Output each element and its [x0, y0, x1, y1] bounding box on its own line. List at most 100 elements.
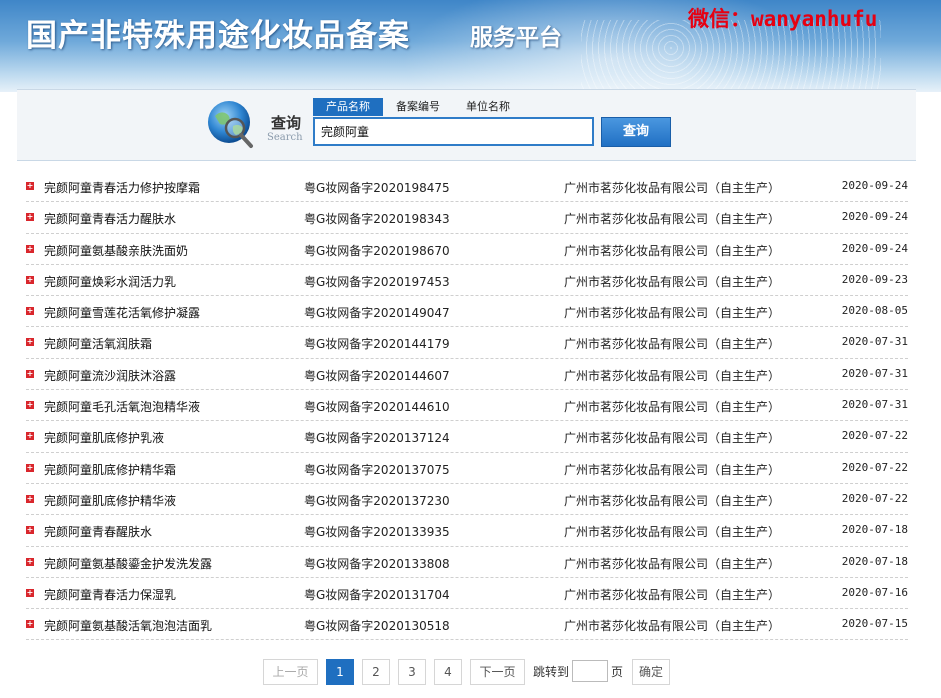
table-row: + 完颜阿童氨基酸活氧泡泡洁面乳 粤G妆网备字2020130518 广州市茗莎化妆品有…: [26, 609, 908, 641]
jump-page-input[interactable]: [572, 660, 608, 682]
record-number: 粤G妆网备字2020137124: [304, 431, 450, 446]
bullet-icon: +: [26, 368, 34, 378]
product-name-link[interactable]: 完颜阿童肌底修护乳液: [44, 429, 164, 446]
page-button-4[interactable]: 4: [434, 659, 462, 685]
page-button-1[interactable]: 1: [326, 659, 354, 685]
product-name-link[interactable]: 完颜阿童焕彩水润活力乳: [44, 273, 176, 290]
company-name: 广州市茗莎化妆品有限公司（自主生产）: [564, 462, 781, 477]
product-name-link[interactable]: 完颜阿童毛孔活氧泡泡精华液: [44, 398, 200, 415]
search-label-en: Search: [267, 132, 303, 143]
record-number: 粤G妆网备字2020133935: [304, 525, 450, 540]
product-name-link[interactable]: 完颜阿童流沙润肤沐浴露: [44, 367, 176, 384]
record-date: 2020-07-31: [841, 335, 908, 349]
company-name: 广州市茗莎化妆品有限公司（自主生产）: [564, 181, 781, 195]
record-date: 2020-07-22: [841, 460, 908, 474]
record-number: 粤G妆网备字2020198343: [304, 212, 450, 227]
table-row: + 完颜阿童焕彩水润活力乳 粤G妆网备字2020197453 广州市茗莎化妆品有限公司…: [26, 265, 908, 297]
record-number: 粤G妆网备字2020144179: [304, 337, 450, 352]
bullet-icon: +: [26, 274, 34, 284]
bullet-icon: +: [26, 431, 34, 441]
table-row: + 完颜阿童肌底修护精华液 粤G妆网备字2020137230 广州市茗莎化妆品有限公司…: [26, 484, 908, 516]
company-name: 广州市茗莎化妆品有限公司（自主生产）: [564, 556, 781, 571]
page-button-2[interactable]: 2: [362, 659, 390, 685]
product-name-link[interactable]: 完颜阿童青春活力醒肤水: [44, 210, 176, 227]
company-name: 广州市茗莎化妆品有限公司（自主生产）: [564, 587, 781, 602]
next-page-button[interactable]: 下一页: [470, 659, 525, 685]
product-name-link[interactable]: 完颜阿童肌底修护精华霜: [44, 461, 176, 478]
tab-company-name[interactable]: 单位名称: [453, 98, 523, 116]
table-row: + 完颜阿童青春醒肤水 粤G妆网备字2020133935 广州市茗莎化妆品有限公司（自…: [26, 515, 908, 547]
record-number: 粤G妆网备字2020144610: [304, 400, 450, 415]
bullet-icon: +: [26, 181, 34, 190]
search-button[interactable]: 查询: [601, 117, 671, 147]
record-number: 粤G妆网备字2020133808: [304, 556, 450, 571]
company-name: 广州市茗莎化妆品有限公司（自主生产）: [564, 400, 781, 415]
bullet-icon: +: [26, 525, 34, 535]
product-name-link[interactable]: 完颜阿童活氧润肤霜: [44, 335, 152, 352]
bullet-icon: +: [26, 619, 34, 629]
tab-product-name[interactable]: 产品名称: [313, 98, 383, 116]
site-title: 国产非特殊用途化妆品备案: [26, 18, 410, 54]
search-input[interactable]: [313, 117, 594, 146]
company-name: 广州市茗莎化妆品有限公司（自主生产）: [564, 368, 781, 383]
pagination: 上一页 1 2 3 4 下一页 跳转到 页 确定: [0, 659, 941, 685]
product-name-link[interactable]: 完颜阿童肌底修护精华液: [44, 492, 176, 509]
record-date: 2020-07-16: [841, 585, 908, 599]
prev-page-button[interactable]: 上一页: [263, 659, 318, 685]
bullet-icon: +: [26, 337, 34, 347]
bullet-icon: +: [26, 556, 34, 566]
bullet-icon: +: [26, 493, 34, 503]
product-name-link[interactable]: 完颜阿童氨基酸亲肤洗面奶: [44, 242, 188, 259]
record-date: 2020-09-24: [841, 210, 908, 224]
table-row: + 完颜阿童青春活力修护按摩霜 粤G妆网备字2020198475 广州市茗莎化妆品有限…: [26, 171, 908, 203]
product-name-link[interactable]: 完颜阿童青春活力保湿乳: [44, 586, 176, 603]
bullet-icon: +: [26, 243, 34, 253]
company-name: 广州市茗莎化妆品有限公司（自主生产）: [564, 525, 781, 540]
table-row: + 完颜阿童氨基酸亲肤洗面奶 粤G妆网备字2020198670 广州市茗莎化妆品有限公…: [26, 234, 908, 265]
bullet-icon: +: [26, 587, 34, 597]
results-list: + 完颜阿童青春活力修护按摩霜 粤G妆网备字2020198475 广州市茗莎化妆品有限…: [26, 171, 908, 641]
product-name-link[interactable]: 完颜阿童氨基酸活氧泡泡洁面乳: [44, 617, 212, 634]
globe-search-icon: [208, 101, 253, 148]
table-row: + 完颜阿童肌底修护乳液 粤G妆网备字2020137124 广州市茗莎化妆品有限公司（…: [26, 421, 908, 453]
record-date: 2020-07-22: [841, 491, 908, 505]
table-row: + 完颜阿童活氧润肤霜 粤G妆网备字2020144179 广州市茗莎化妆品有限公司（自…: [26, 327, 908, 359]
record-number: 粤G妆网备字2020198475: [304, 181, 450, 195]
page-button-3[interactable]: 3: [398, 659, 426, 685]
company-name: 广州市茗莎化妆品有限公司（自主生产）: [564, 337, 781, 352]
table-row: + 完颜阿童毛孔活氧泡泡精华液 粤G妆网备字2020144610 广州市茗莎化妆品有限…: [26, 390, 908, 422]
record-date: 2020-07-18: [841, 523, 908, 537]
record-number: 粤G妆网备字2020144607: [304, 368, 450, 383]
record-number: 粤G妆网备字2020130518: [304, 619, 450, 634]
search-panel: 查询 Search 产品名称 备案编号 单位名称 查询: [17, 89, 916, 161]
record-date: 2020-08-05: [841, 304, 908, 318]
record-date: 2020-07-31: [841, 398, 908, 412]
page-unit-label: 页: [611, 665, 624, 679]
record-number: 粤G妆网备字2020137230: [304, 493, 450, 508]
record-date: 2020-09-24: [841, 179, 908, 192]
product-name-link[interactable]: 完颜阿童雪莲花活氧修护凝露: [44, 304, 200, 321]
bullet-icon: +: [26, 306, 34, 316]
record-number: 粤G妆网备字2020197453: [304, 274, 450, 289]
record-number: 粤G妆网备字2020131704: [304, 587, 450, 602]
record-date: 2020-09-24: [841, 241, 908, 255]
company-name: 广州市茗莎化妆品有限公司（自主生产）: [564, 431, 781, 446]
company-name: 广州市茗莎化妆品有限公司（自主生产）: [564, 243, 781, 258]
tab-record-number[interactable]: 备案编号: [383, 98, 453, 116]
record-date: 2020-09-23: [841, 272, 908, 286]
record-date: 2020-07-15: [841, 617, 908, 631]
company-name: 广州市茗莎化妆品有限公司（自主生产）: [564, 212, 781, 227]
product-name-link[interactable]: 完颜阿童氨基酸鎏金护发洗发露: [44, 555, 212, 572]
company-name: 广州市茗莎化妆品有限公司（自主生产）: [564, 306, 781, 321]
confirm-jump-button[interactable]: 确定: [632, 659, 670, 685]
table-row: + 完颜阿童流沙润肤沐浴露 粤G妆网备字2020144607 广州市茗莎化妆品有限公司…: [26, 359, 908, 391]
table-row: + 完颜阿童氨基酸鎏金护发洗发露 粤G妆网备字2020133808 广州市茗莎化妆品有…: [26, 547, 908, 578]
product-name-link[interactable]: 完颜阿童青春醒肤水: [44, 523, 152, 540]
jump-to-label: 跳转到: [533, 665, 570, 679]
product-name-link[interactable]: 完颜阿童青春活力修护按摩霜: [44, 179, 200, 196]
site-subtitle: 服务平台: [470, 24, 562, 51]
table-row: + 完颜阿童肌底修护精华霜 粤G妆网备字2020137075 广州市茗莎化妆品有限公司…: [26, 453, 908, 484]
bullet-icon: +: [26, 462, 34, 472]
record-number: 粤G妆网备字2020149047: [304, 306, 450, 321]
record-number: 粤G妆网备字2020137075: [304, 462, 450, 477]
